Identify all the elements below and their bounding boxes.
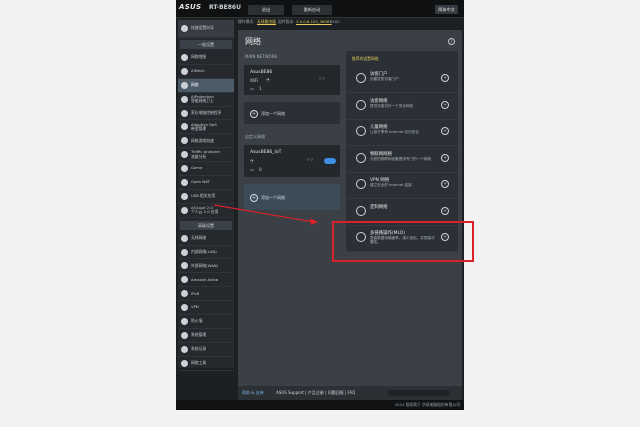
- annotation-arrow: [213, 204, 318, 225]
